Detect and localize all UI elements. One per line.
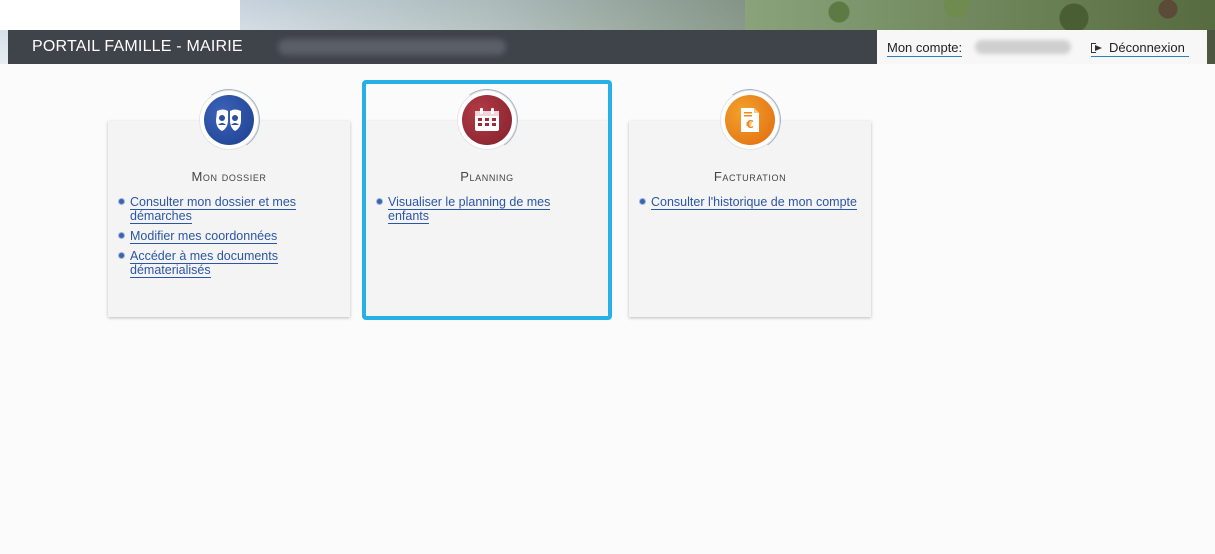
shield-people-icon (204, 95, 254, 145)
calendar-icon (462, 95, 512, 145)
link-list: Consulter l'historique de mon compte (639, 195, 857, 215)
banner-trees (745, 0, 1215, 30)
link-documents-dematerialises[interactable]: Accéder à mes documents dématerialisés (130, 249, 278, 278)
card-title: Planning (460, 169, 514, 184)
card-mon-dossier: Mon dossier Consulter mon dossier et mes… (108, 84, 350, 317)
account-box: Mon compte: Déconnexion (877, 30, 1207, 64)
logout-label: Déconnexion (1109, 40, 1185, 55)
link-modifier-coordonnees[interactable]: Modifier mes coordonnées (130, 229, 278, 244)
svg-text:€: € (745, 118, 754, 131)
link-historique-compte[interactable]: Consulter l'historique de mon compte (651, 195, 857, 210)
account-link[interactable]: Mon compte: (887, 40, 963, 57)
logout-button[interactable]: Déconnexion (1091, 40, 1189, 57)
list-item: Consulter l'historique de mon compte (639, 195, 857, 210)
list-item: Modifier mes coordonnées (118, 229, 336, 244)
link-list: Consulter mon dossier et mes démarches M… (118, 195, 336, 283)
list-item: Consulter mon dossier et mes démarches (118, 195, 336, 224)
card-icon-wrapper (200, 91, 258, 149)
link-visualiser-planning[interactable]: Visualiser le planning de mes enfants (388, 195, 551, 224)
list-item: Visualiser le planning de mes enfants (376, 195, 594, 224)
invoice-euro-icon: € (725, 95, 775, 145)
redacted-town-name (278, 39, 506, 55)
card-title: Mon dossier (191, 169, 267, 184)
banner-left-fade (0, 0, 240, 30)
card-facturation: € Facturation Consulter l'historique de … (629, 84, 871, 317)
header-bar: PORTAIL FAMILLE - MAIRIE Mon compte: Déc… (8, 30, 1207, 64)
card-icon-wrapper: € (721, 91, 779, 149)
site-title: PORTAIL FAMILLE - MAIRIE (32, 38, 243, 55)
link-list: Visualiser le planning de mes enfants (376, 195, 594, 229)
card-icon-wrapper (458, 91, 516, 149)
redacted-account-name (975, 40, 1071, 54)
link-consulter-dossier[interactable]: Consulter mon dossier et mes démarches (130, 195, 297, 224)
list-item: Accéder à mes documents dématerialisés (118, 249, 336, 278)
card-planning: Planning Visualiser le planning de mes e… (366, 84, 608, 317)
card-title: Facturation (713, 169, 787, 184)
logout-icon (1091, 42, 1103, 53)
